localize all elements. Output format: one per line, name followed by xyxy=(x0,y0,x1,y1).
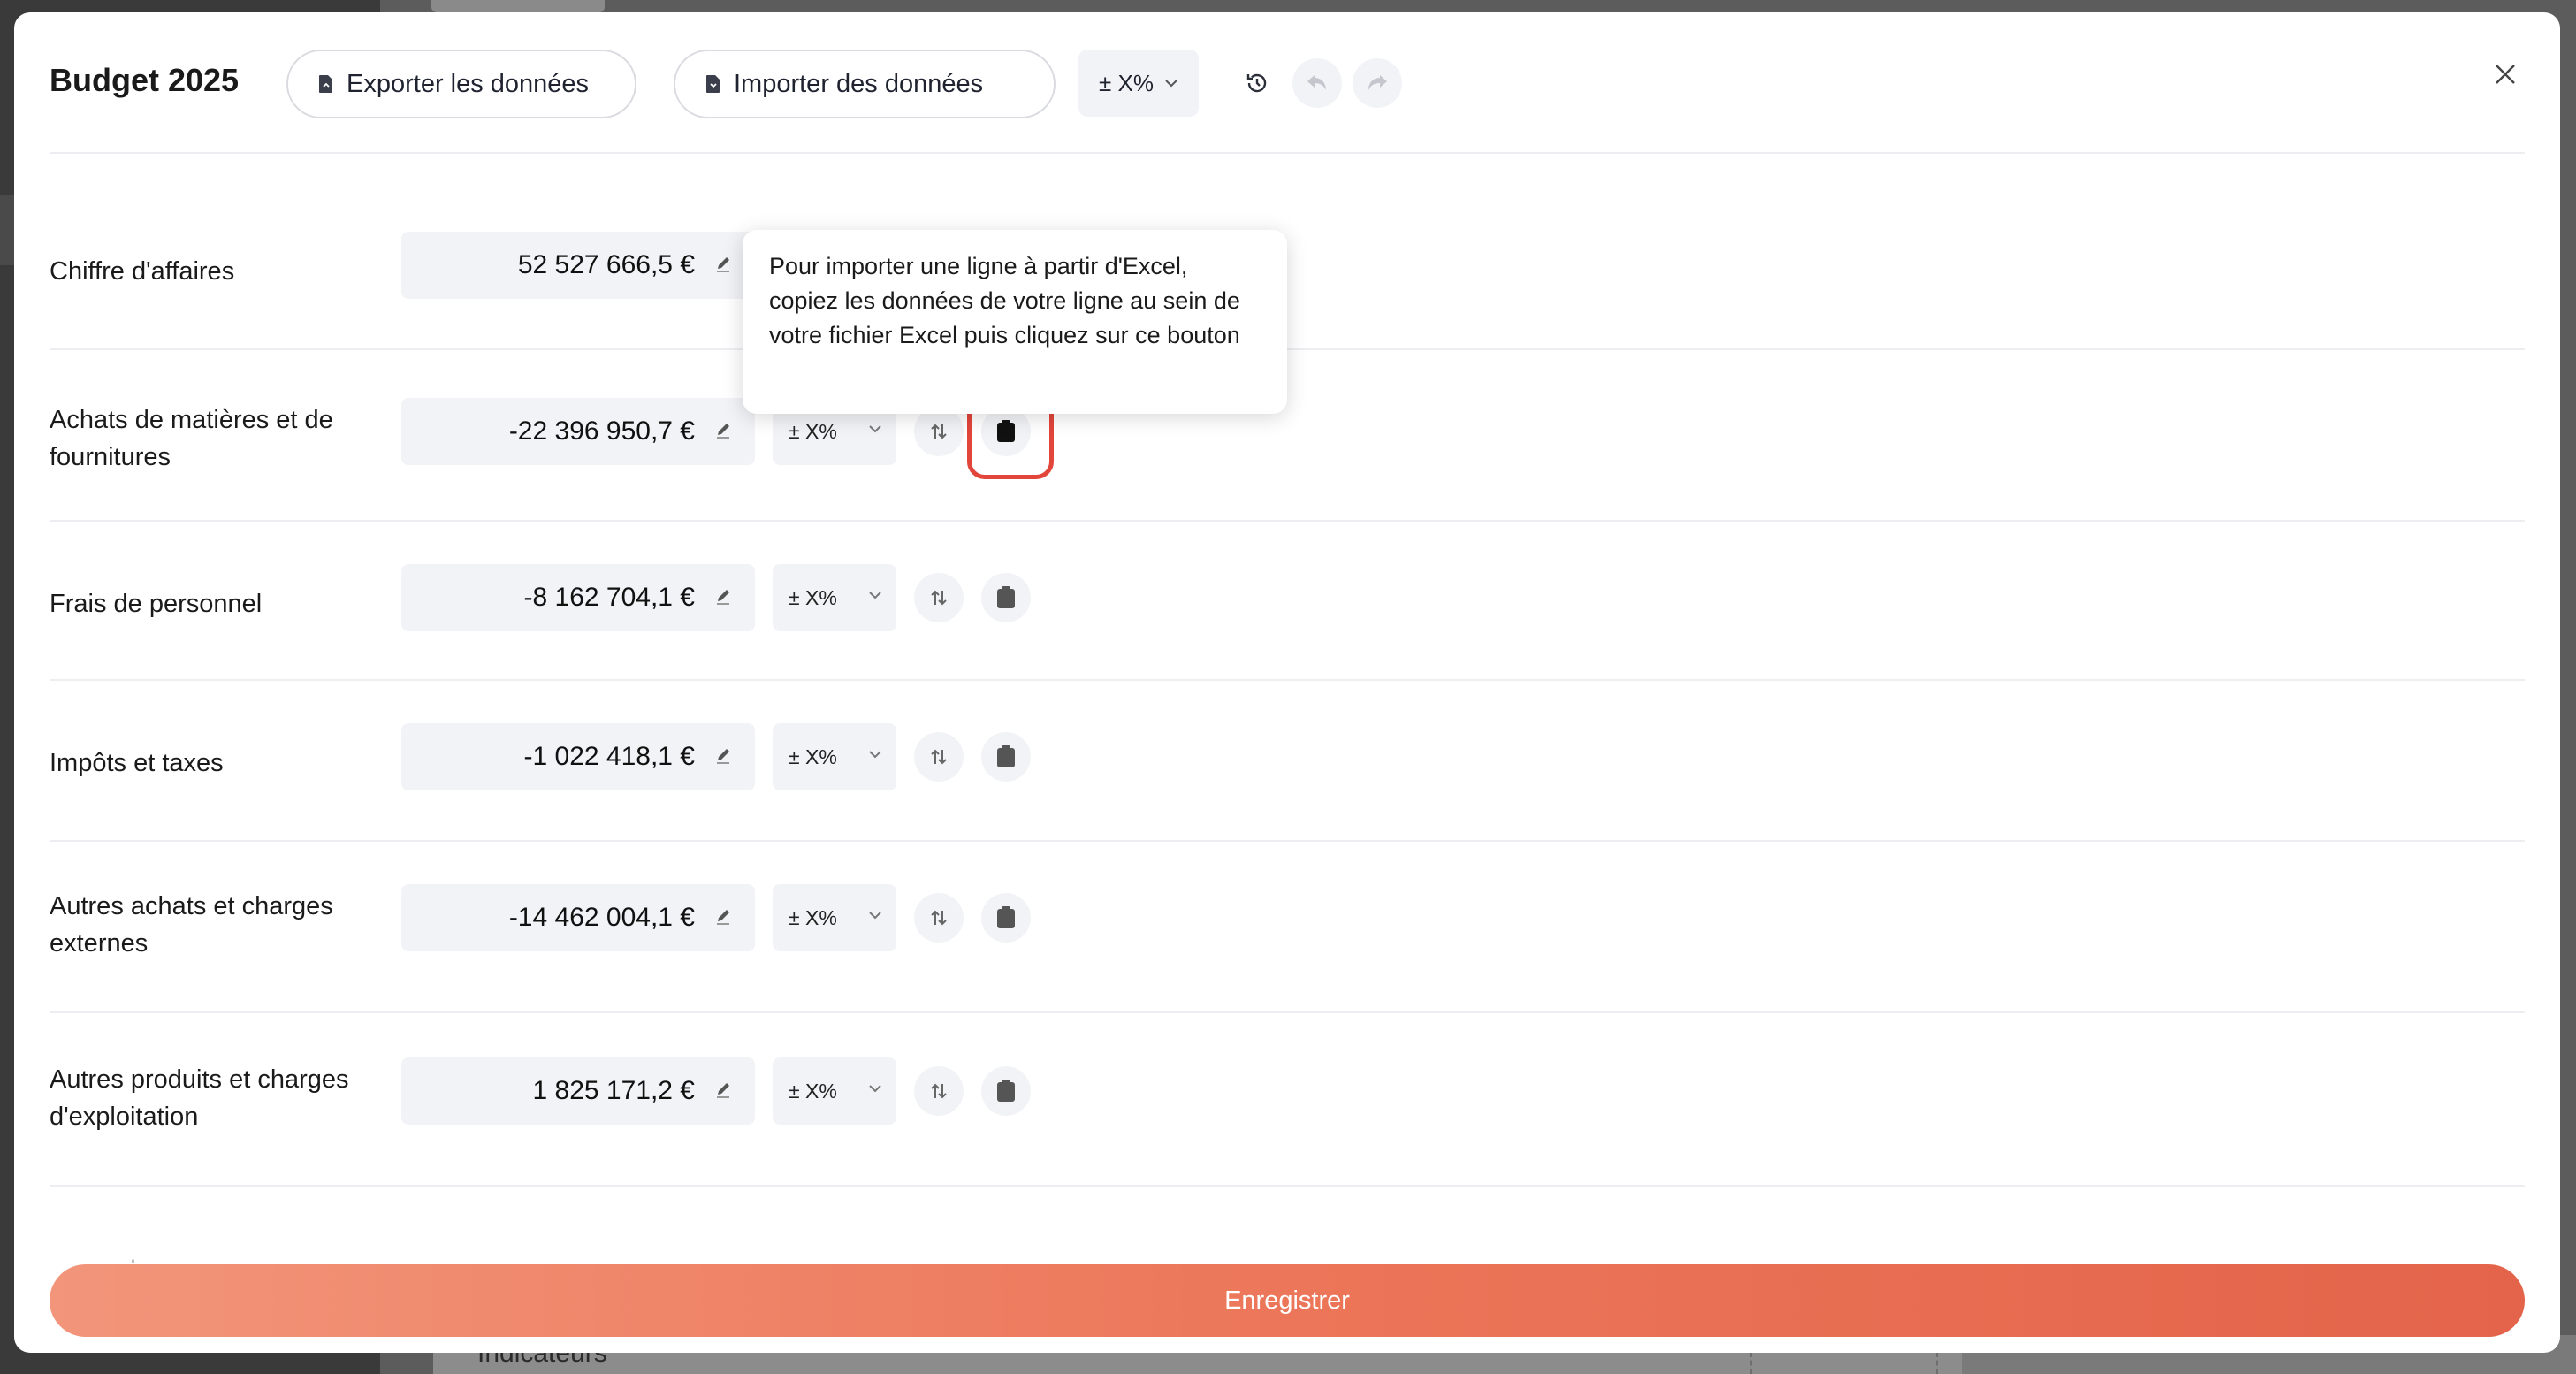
modal-title: Budget 2025 xyxy=(50,62,240,98)
import-data-label: Importer des données xyxy=(734,69,984,98)
row-percent-label: ± X% xyxy=(789,744,837,768)
modal-header: Budget 2025 Exporter les données Importe… xyxy=(14,12,2560,154)
chevron-down-icon xyxy=(1165,80,1177,88)
row-total-value: -22 396 950,7 € xyxy=(508,416,695,446)
sort-icon xyxy=(931,910,947,926)
row-total-value: 52 527 666,5 € xyxy=(517,250,695,279)
row-total-field[interactable]: -1 022 418,1 € xyxy=(401,723,755,790)
file-export-icon xyxy=(319,75,332,93)
row-divider xyxy=(50,1185,2525,1187)
row-divider xyxy=(50,1011,2525,1013)
row-sort-button[interactable] xyxy=(914,573,964,622)
row-sort-button[interactable] xyxy=(914,1066,964,1116)
clipboard-icon xyxy=(997,906,1015,928)
global-percent-select[interactable]: ± X% xyxy=(1078,50,1199,117)
row-total-field[interactable]: -14 462 004,1 € xyxy=(401,884,755,951)
row-percent-select[interactable]: ± X% xyxy=(773,1057,896,1125)
row-sort-button[interactable] xyxy=(914,732,964,782)
row-total-value: 1 825 171,2 € xyxy=(532,1076,695,1105)
history-icon xyxy=(1246,73,1267,93)
paste-tooltip: Pour importer une ligne à partir d'Excel… xyxy=(743,230,1287,414)
row-total-field[interactable]: -22 396 950,7 € xyxy=(401,398,755,465)
undo-icon xyxy=(1307,75,1326,90)
clipboard-icon xyxy=(997,745,1015,767)
row-sort-button[interactable] xyxy=(914,407,964,456)
undo-button[interactable] xyxy=(1292,58,1342,108)
close-icon xyxy=(2496,65,2515,84)
sort-icon xyxy=(931,590,947,606)
row-percent-select[interactable]: ± X% xyxy=(773,564,896,631)
row-total-field[interactable]: 52 527 666,5 € xyxy=(401,232,755,299)
redo-icon xyxy=(1368,75,1387,90)
chevron-down-icon xyxy=(869,425,881,433)
row-divider xyxy=(50,679,2525,681)
row-total-field[interactable]: 1 825 171,2 € xyxy=(401,1057,755,1125)
clipboard-icon xyxy=(997,420,1015,442)
row-percent-select[interactable]: ± X% xyxy=(773,723,896,790)
export-data-button[interactable]: Exporter les données xyxy=(286,50,636,118)
row-paste-button[interactable] xyxy=(981,732,1031,782)
row-label: Chiffre d'affaires xyxy=(50,257,235,286)
sort-icon xyxy=(931,1083,947,1099)
row-total-value: -1 022 418,1 € xyxy=(523,742,696,771)
row-paste-button[interactable] xyxy=(967,393,1054,479)
row-percent-select[interactable]: ± X% xyxy=(773,884,896,951)
file-import-icon xyxy=(706,75,720,93)
export-data-label: Exporter les données xyxy=(347,69,590,98)
sort-icon xyxy=(931,424,947,439)
row-label: Autres produits et charges d'exploitatio… xyxy=(50,1065,349,1131)
row-divider xyxy=(50,520,2525,522)
clipboard-icon xyxy=(997,586,1015,608)
row-percent-label: ± X% xyxy=(789,419,837,443)
row-total-value: -14 462 004,1 € xyxy=(508,903,695,932)
pencil-icon[interactable] xyxy=(714,1080,734,1100)
budget-modal: Budget 2025 Exporter les données Importe… xyxy=(14,12,2560,1353)
chevron-down-icon xyxy=(869,751,881,759)
import-data-button[interactable]: Importer des données xyxy=(674,50,1056,118)
sort-icon xyxy=(931,749,947,765)
pencil-icon[interactable] xyxy=(714,907,734,927)
row-paste-button[interactable] xyxy=(981,893,1031,943)
row-paste-button[interactable] xyxy=(981,573,1031,622)
row-total-field[interactable]: -8 162 704,1 € xyxy=(401,564,755,631)
chevron-down-icon xyxy=(869,1085,881,1093)
row-label: Impôts et taxes xyxy=(50,749,224,777)
pencil-icon[interactable] xyxy=(714,255,734,274)
redo-button[interactable] xyxy=(1353,58,1402,108)
row-label: Achats de matières et de fournitures xyxy=(50,406,333,471)
row-sort-button[interactable] xyxy=(914,893,964,943)
row-percent-label: ± X% xyxy=(789,905,837,929)
row-divider xyxy=(50,840,2525,842)
pencil-icon[interactable] xyxy=(714,587,734,607)
row-paste-button[interactable] xyxy=(981,1066,1031,1116)
pencil-icon[interactable] xyxy=(714,421,734,440)
save-button[interactable]: Enregistrer xyxy=(50,1264,2525,1337)
row-label: Frais de personnel xyxy=(50,590,263,618)
clipboard-icon xyxy=(997,1080,1015,1102)
header-divider xyxy=(50,152,2525,154)
row-label: Autres achats et charges externes xyxy=(50,892,333,958)
global-percent-label: ± X% xyxy=(1099,69,1154,96)
chevron-down-icon xyxy=(869,592,881,599)
close-button[interactable] xyxy=(2486,55,2525,94)
row-divider xyxy=(50,348,2525,350)
row-percent-label: ± X% xyxy=(789,1079,837,1103)
row-percent-label: ± X% xyxy=(789,585,837,609)
row-total-value: -8 162 704,1 € xyxy=(523,583,696,612)
background-tab xyxy=(431,0,605,12)
chevron-down-icon xyxy=(869,912,881,920)
history-button[interactable] xyxy=(1232,58,1282,108)
pencil-icon[interactable] xyxy=(714,746,734,766)
